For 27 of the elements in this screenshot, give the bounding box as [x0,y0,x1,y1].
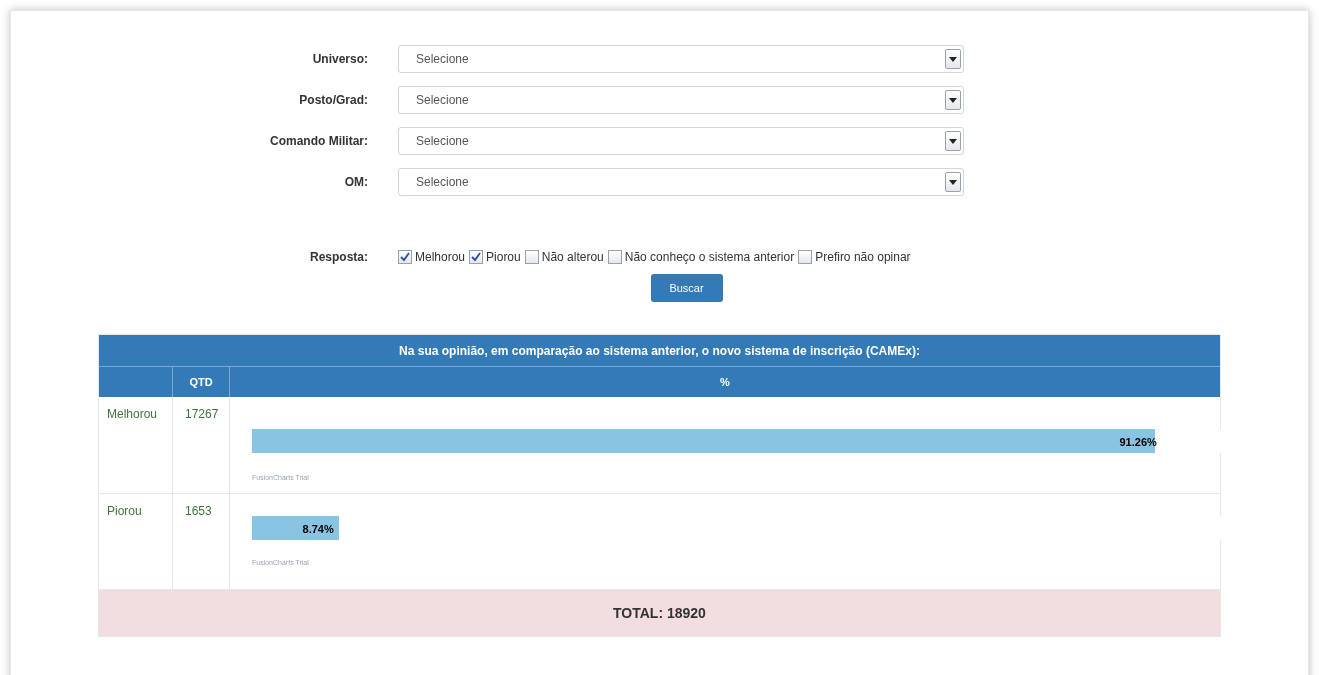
answer-checkbox[interactable]: Piorou [469,248,521,266]
table-cell: Melhorou [99,397,173,493]
select-field[interactable]: Selecione [398,127,964,155]
search-button[interactable]: Buscar [650,274,723,302]
table-cell: 1653 [173,494,230,589]
answer-checkbox[interactable]: Prefiro não opinar [798,248,911,266]
select-field[interactable]: Selecione [398,168,964,196]
percentage-label: 8.74% [302,522,334,537]
checkmark-icon [400,252,410,262]
table-cell: Piorou [99,494,173,589]
select-field[interactable]: Selecione [398,86,964,114]
answer-checkbox[interactable]: Não conheço o sistema anterior [607,248,795,266]
column-header: % [719,374,731,390]
field-label: OM: [343,174,368,191]
table-cell: 17267 [173,397,230,493]
field-label: Universo: [311,51,368,68]
answer-checkbox[interactable]: Não alterou [524,248,604,266]
select-field[interactable]: Selecione [398,45,964,73]
checkmark-icon [471,252,482,262]
field-label: Posto/Grad: [298,92,368,109]
total-text: TOTAL: 18920 [613,603,706,623]
table-title: Na sua opinião, em comparação ao sistema anterior, o novo sistema de inscrição (CAMEx): [99,335,1220,366]
percentage-label: 91.26% [1119,435,1157,450]
answer-checkbox[interactable]: Melhorou [398,248,466,266]
field-label: Comando Militar: [269,133,368,150]
column-header: QTD [173,367,230,397]
field-label: Resposta: [309,249,368,266]
